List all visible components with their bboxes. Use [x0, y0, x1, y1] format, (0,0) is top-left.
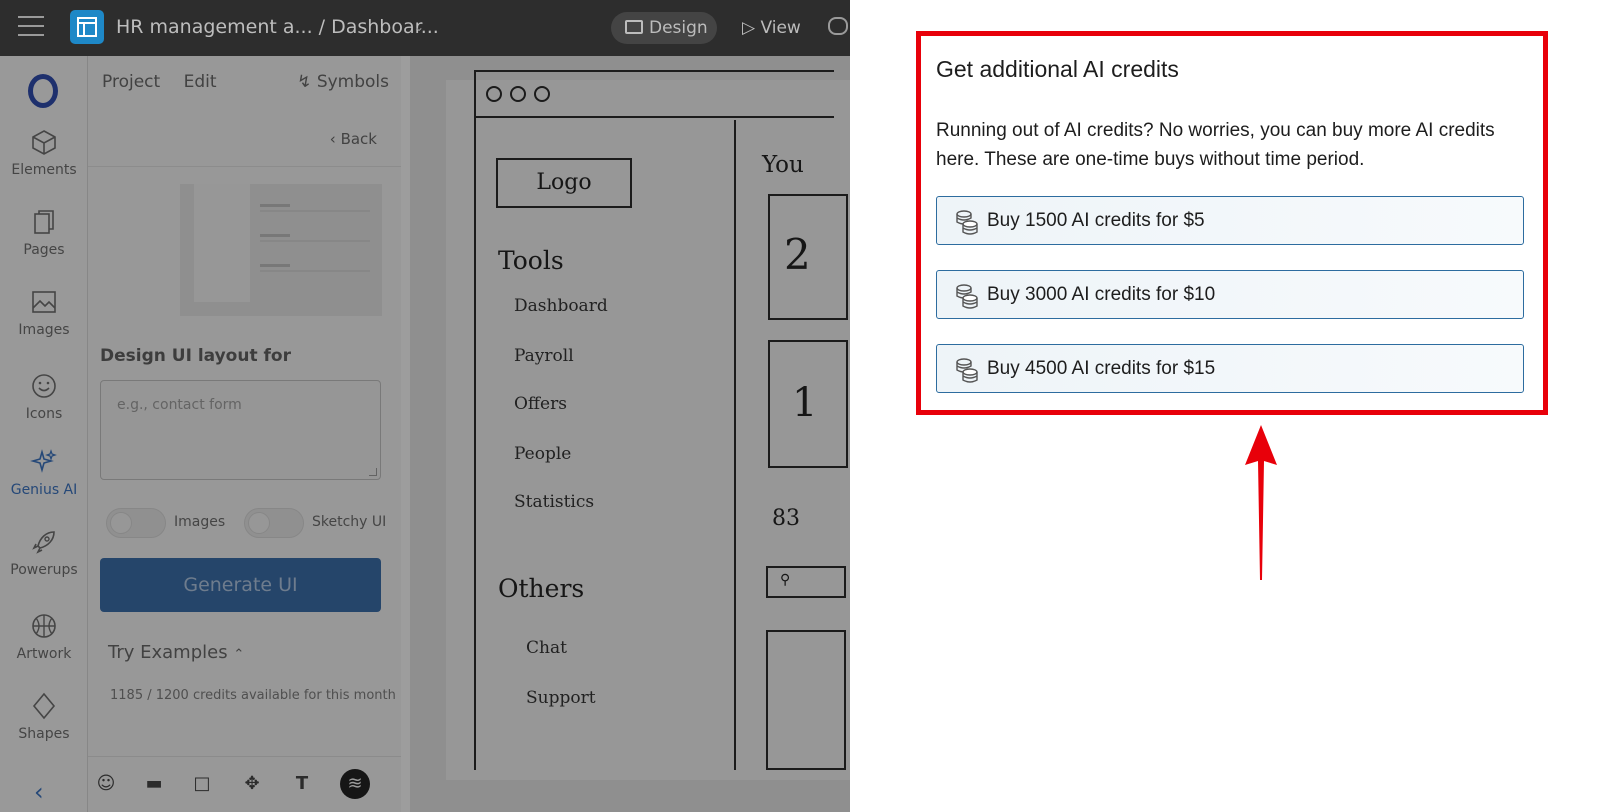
buy-option-label: Buy 1500 AI credits for $5: [987, 210, 1205, 231]
buy-option-label: Buy 4500 AI credits for $15: [987, 358, 1216, 379]
document-title[interactable]: HR management a... / Dashboar...: [116, 16, 439, 38]
coins-icon: [956, 358, 978, 383]
comment-icon[interactable]: [828, 17, 848, 35]
layout-icon: [625, 20, 643, 34]
editor-app: HR management a... / Dashboar... ⌄ Desig…: [0, 0, 850, 812]
view-mode-label: View: [760, 18, 801, 38]
buy-credits-3000-button[interactable]: Buy 3000 AI credits for $10: [936, 270, 1524, 319]
red-arrow-icon: [1245, 425, 1277, 580]
hamburger-menu-icon[interactable]: [18, 16, 44, 38]
top-bar: HR management a... / Dashboar... ⌄ Desig…: [0, 0, 850, 56]
buy-credits-4500-button[interactable]: Buy 4500 AI credits for $15: [936, 344, 1524, 393]
chevron-down-icon[interactable]: ⌄: [414, 20, 424, 34]
app-logo-icon[interactable]: [70, 10, 104, 44]
ai-credits-callout: Get additional AI credits Running out of…: [916, 31, 1548, 415]
modal-dim-overlay: [0, 56, 850, 812]
callout-description: Running out of AI credits? No worries, y…: [936, 120, 1495, 170]
coins-icon: [956, 210, 978, 235]
coins-icon: [956, 284, 978, 309]
screenshot-root: HR management a... / Dashboar... ⌄ Desig…: [0, 0, 1600, 812]
buy-option-label: Buy 3000 AI credits for $10: [987, 284, 1216, 305]
buy-credits-1500-button[interactable]: Buy 1500 AI credits for $5: [936, 196, 1524, 245]
play-icon: ▷: [742, 18, 761, 38]
callout-title: Get additional AI credits: [936, 56, 1179, 82]
view-mode-button[interactable]: ▷ View: [742, 12, 801, 44]
design-mode-label: Design: [649, 18, 708, 38]
design-mode-button[interactable]: Design: [611, 12, 717, 44]
